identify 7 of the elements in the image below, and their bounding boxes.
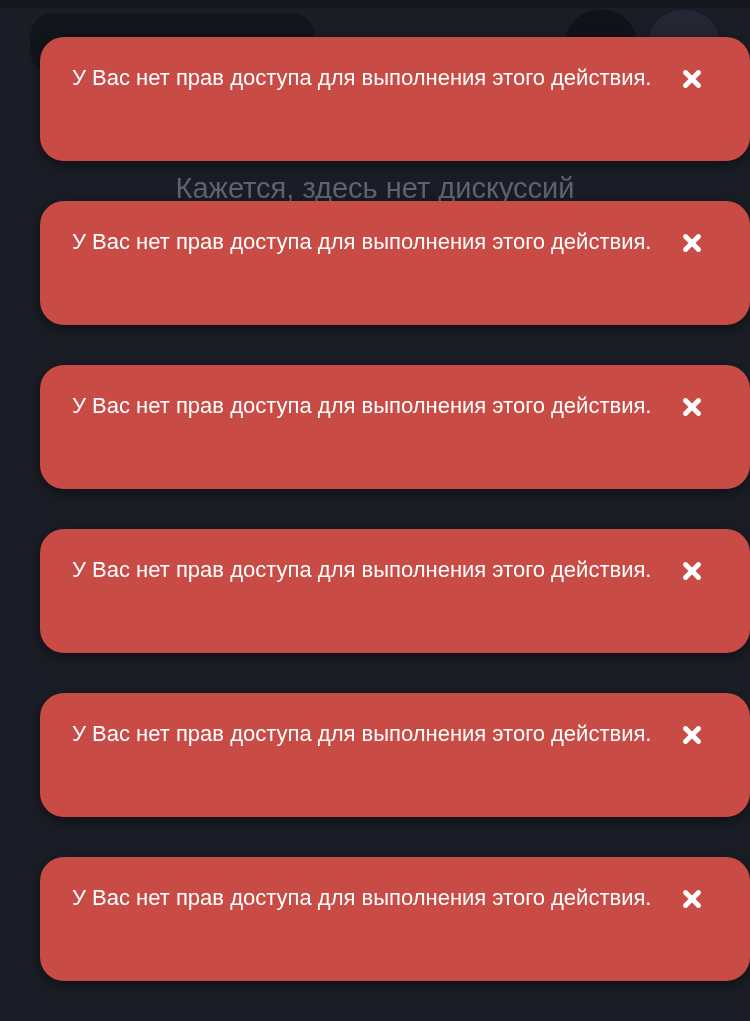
toast-message: У Вас нет прав доступа для выполнения этого действия. (72, 65, 652, 90)
toast-message: У Вас нет прав доступа для выполнения этого действия. (72, 557, 652, 582)
toast-message: У Вас нет прав доступа для выполнения этого действия. (72, 721, 652, 746)
toast-message: У Вас нет прав доступа для выполнения этого действия. (72, 229, 652, 254)
toast-message: У Вас нет прав доступа для выполнения этого действия. (72, 885, 652, 910)
toast-message: У Вас нет прав доступа для выполнения этого действия. (72, 393, 652, 418)
empty-message: Кажется, здесь нет дискуссий (174, 172, 576, 205)
